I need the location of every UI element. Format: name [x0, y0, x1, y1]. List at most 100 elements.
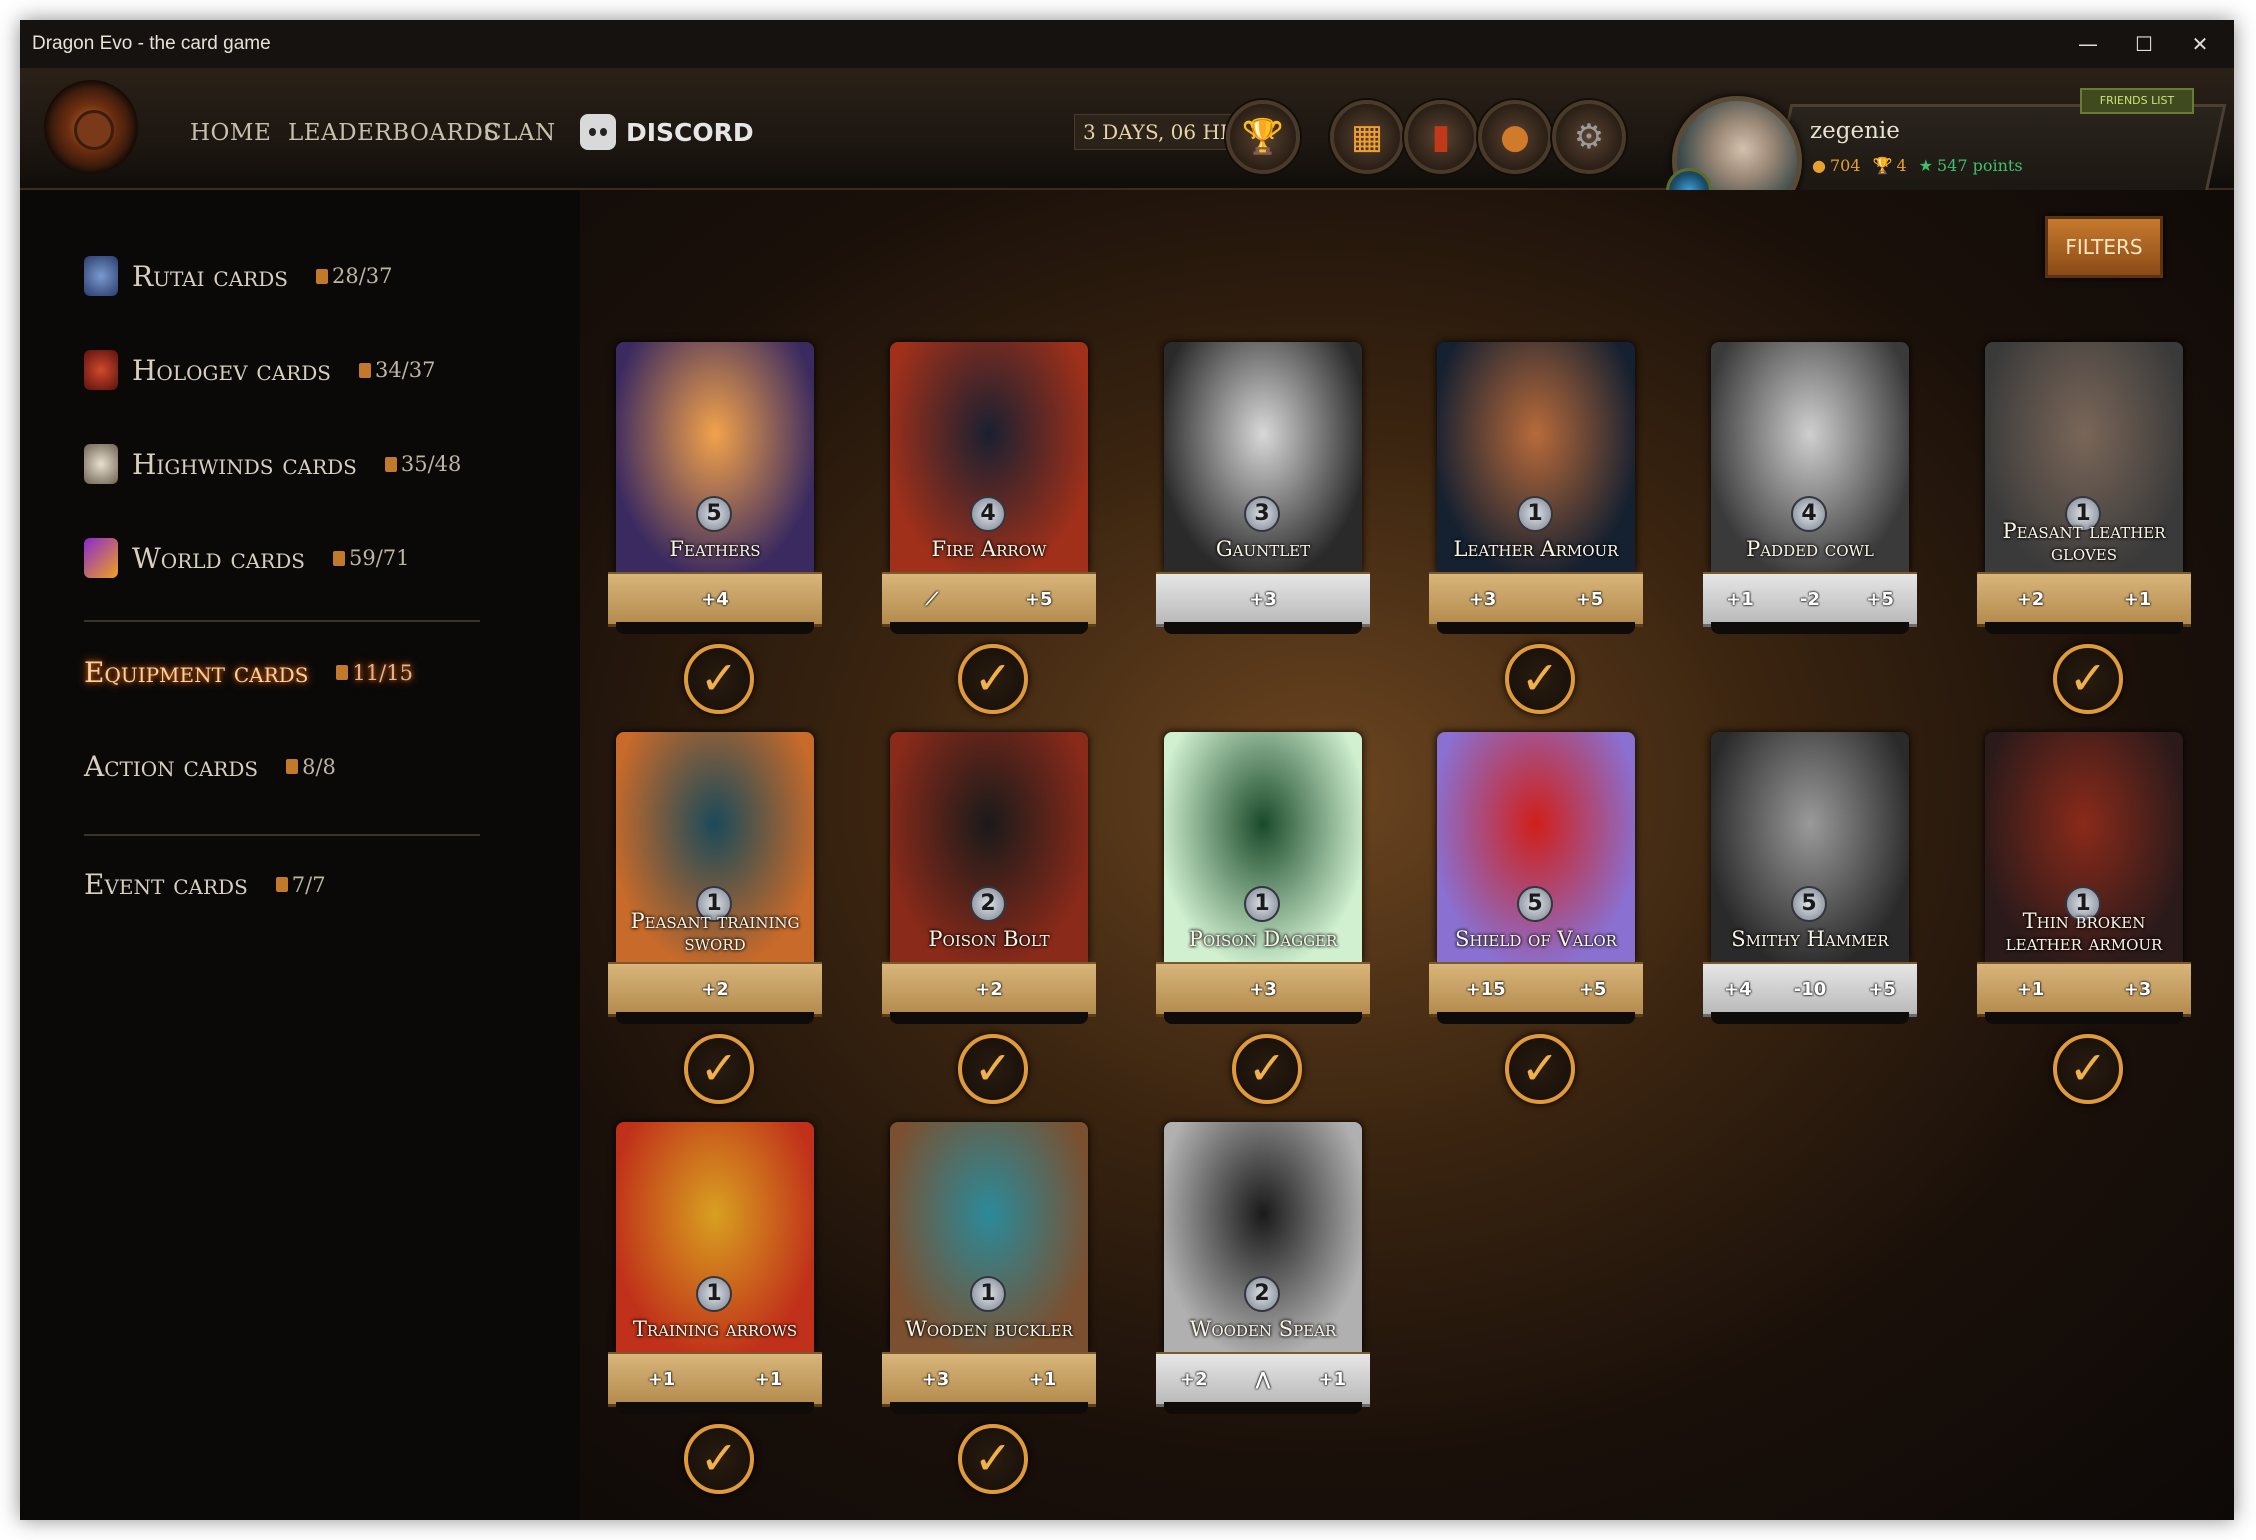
card-base: [890, 1402, 1088, 1414]
player-stats: ● 704 🏆 4 ★ 547 points: [1812, 156, 2023, 175]
checkmark-icon[interactable]: ✓: [1505, 644, 1575, 714]
checkmark-icon[interactable]: ✓: [1232, 1034, 1302, 1104]
card[interactable]: 1 Leather Armour +3 +5 ✓: [1429, 342, 1643, 714]
trophies-stat: 🏆 4: [1873, 156, 1907, 175]
card-stats: +2 ⋀ +1: [1156, 1352, 1370, 1407]
category-label: World cards: [132, 541, 305, 575]
category-action[interactable]: Action cards 8/8: [84, 750, 336, 783]
card-stats: +15 +5: [1429, 962, 1643, 1017]
coin-icon: ●: [1812, 156, 1826, 175]
card-category-sidebar: Rutai cards 28/37 Hologev cards 34/37 Hi…: [20, 190, 580, 1520]
bag-button[interactable]: ●: [1478, 100, 1552, 174]
card-stats: +3: [1156, 572, 1370, 627]
count-value: 8/8: [302, 754, 336, 779]
card-name: Leather Armour: [1453, 537, 1619, 561]
card-cost: 1: [696, 1276, 732, 1312]
card-stat: +15: [1465, 978, 1506, 1000]
top-navigation: HOME LEADERBOARDS CLAN DISCORD 3 DAYS, 0…: [20, 68, 2234, 226]
card-stat: ⟋: [925, 588, 939, 610]
category-hologev[interactable]: Hologev cards 34/37: [84, 350, 435, 390]
card-base: [890, 622, 1088, 634]
category-rutai[interactable]: Rutai cards 28/37: [84, 256, 393, 296]
card[interactable]: 2 Wooden Spear +2 ⋀ +1: [1156, 1122, 1370, 1422]
game-logo[interactable]: [44, 80, 138, 174]
card-stats: +2: [608, 962, 822, 1017]
card-base: [616, 1402, 814, 1414]
filters-button[interactable]: FILTERS: [2045, 216, 2163, 278]
sidebar-divider: [84, 834, 480, 836]
checkmark-icon[interactable]: ✓: [2053, 1034, 2123, 1104]
points-value: 547 points: [1936, 156, 2023, 175]
card[interactable]: 5 Smithy Hammer +4 -10 +5: [1703, 732, 1917, 1032]
card[interactable]: 1 Wooden buckler +3 +1 ✓: [882, 1122, 1096, 1494]
card-cost: 2: [1244, 1276, 1280, 1312]
coins-stat: ● 704: [1812, 156, 1861, 175]
category-equipment[interactable]: Equipment cards 11/15: [84, 656, 413, 689]
category-count: 35/48: [384, 452, 462, 476]
category-event[interactable]: Event cards 7/7: [84, 868, 326, 901]
card-cost: 3: [1244, 496, 1280, 532]
minimize-button[interactable]: —: [2060, 28, 2116, 60]
card[interactable]: 3 Gauntlet +3: [1156, 342, 1370, 642]
checkmark-icon[interactable]: ✓: [958, 644, 1028, 714]
card-stat: +1: [1318, 1368, 1347, 1390]
card-name: Training arrows: [632, 1317, 798, 1341]
card-name: Wooden Spear: [1189, 1317, 1337, 1341]
discord-icon: [580, 114, 616, 150]
trophy-button[interactable]: 🏆: [1226, 100, 1300, 174]
card[interactable]: 2 Poison Bolt +2 ✓: [882, 732, 1096, 1104]
category-highwinds[interactable]: Highwinds cards 35/48: [84, 444, 461, 484]
checkmark-icon[interactable]: ✓: [684, 1034, 754, 1104]
discord-link[interactable]: DISCORD: [580, 112, 754, 152]
nav-home[interactable]: HOME: [190, 120, 271, 146]
nav-clan[interactable]: CLAN: [484, 120, 556, 146]
card[interactable]: 1 Peasant training sword +2 ✓: [608, 732, 822, 1104]
card[interactable]: 4 Fire Arrow ⟋ +5 ✓: [882, 342, 1096, 714]
category-label: Highwinds cards: [132, 447, 357, 481]
card-stat: +1: [647, 1368, 676, 1390]
settings-button[interactable]: ⚙: [1552, 100, 1626, 174]
card[interactable]: 4 Padded cowl +1 -2 +5: [1703, 342, 1917, 642]
discord-label: DISCORD: [626, 117, 754, 147]
card[interactable]: 5 Feathers +4 ✓: [608, 342, 822, 714]
card[interactable]: 5 Shield of Valor +15 +5 ✓: [1429, 732, 1643, 1104]
cards-button[interactable]: ▦: [1330, 100, 1404, 174]
card[interactable]: 1 Peasant leather gloves +2 +1 ✓: [1977, 342, 2191, 714]
card-stat: +3: [1249, 978, 1277, 1000]
card-stat: +5: [1868, 978, 1896, 1000]
checkmark-icon[interactable]: ✓: [684, 644, 754, 714]
checkmark-icon[interactable]: ✓: [958, 1034, 1028, 1104]
friends-list-button[interactable]: FRIENDS LIST: [2080, 88, 2194, 114]
card-stats: +2: [882, 962, 1096, 1017]
card-count-icon: [336, 665, 349, 680]
maximize-button[interactable]: ☐: [2116, 28, 2172, 60]
card-stat: +4: [1724, 978, 1752, 1000]
nav-leaderboards[interactable]: LEADERBOARDS: [288, 120, 500, 146]
category-world[interactable]: World cards 59/71: [84, 538, 410, 578]
count-value: 35/48: [400, 452, 462, 476]
card[interactable]: 1 Training arrows +1 +1 ✓: [608, 1122, 822, 1494]
card-stat: +3: [1249, 588, 1277, 610]
card-cost: 5: [1517, 886, 1553, 922]
card-stat: +5: [1024, 588, 1053, 610]
card-collection-area: FILTERS 5 Feathers +4 ✓ 4 Fire Arrow ⟋ +5 ✓ 3 Gaun…: [580, 190, 2234, 1520]
card-name: Peasant training sword: [630, 909, 800, 955]
card[interactable]: 1 Thin broken leather armour +1 +3 ✓: [1977, 732, 2191, 1104]
username: zegenie: [1810, 118, 1900, 144]
card-stats: +3: [1156, 962, 1370, 1017]
card-count-icon: [315, 268, 328, 284]
star-icon: ★: [1918, 156, 1933, 175]
world-faction-icon: [84, 538, 118, 578]
checkmark-icon[interactable]: ✓: [1505, 1034, 1575, 1104]
close-button[interactable]: ✕: [2172, 28, 2228, 60]
count-value: 34/37: [374, 358, 436, 382]
checkmark-icon[interactable]: ✓: [2053, 644, 2123, 714]
card-stat: +1: [1726, 588, 1754, 610]
checkmark-icon[interactable]: ✓: [958, 1424, 1028, 1494]
card-base: [1711, 1012, 1909, 1024]
card[interactable]: 1 Poison Dagger +3 ✓: [1156, 732, 1370, 1104]
card-stat: +2: [701, 978, 729, 1000]
book-button[interactable]: ▮: [1404, 100, 1478, 174]
card-stats: +1 +1: [608, 1352, 822, 1407]
checkmark-icon[interactable]: ✓: [684, 1424, 754, 1494]
